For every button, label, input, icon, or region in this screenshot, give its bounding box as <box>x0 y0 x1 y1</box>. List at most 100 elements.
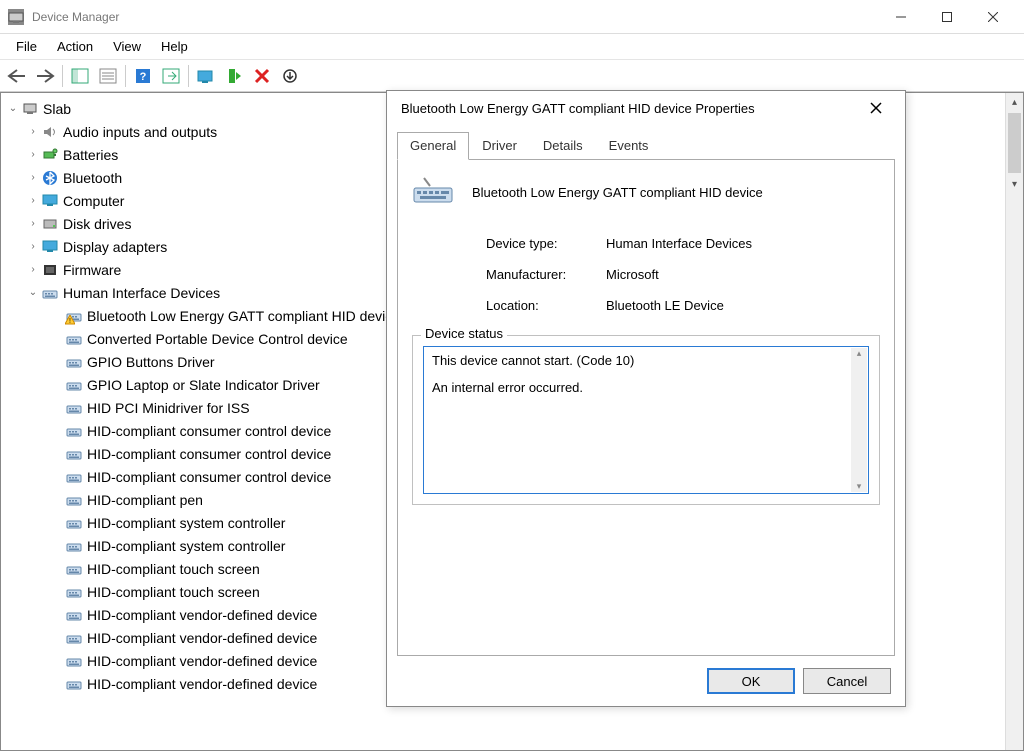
tree-node-label: Disk drives <box>63 216 131 232</box>
tree-node-label: Computer <box>63 193 124 209</box>
close-button[interactable] <box>970 2 1016 32</box>
firmware-icon <box>41 261 59 279</box>
window-title: Device Manager <box>32 10 119 24</box>
tree-node-label: Bluetooth <box>63 170 122 186</box>
menu-view[interactable]: View <box>103 37 151 56</box>
svg-text:!: ! <box>69 318 71 325</box>
scroll-thumb[interactable] <box>1008 113 1021 173</box>
status-line-1: This device cannot start. (Code 10) <box>432 353 860 368</box>
expand-collapse-icon[interactable]: › <box>25 218 41 229</box>
hid-icon <box>65 468 83 486</box>
device-manager-icon <box>8 9 24 25</box>
tree-node-label: Bluetooth Low Energy GATT compliant HID … <box>87 308 400 324</box>
window-titlebar: Device Manager <box>0 0 1024 34</box>
device-status-text[interactable]: This device cannot start. (Code 10) An i… <box>423 346 869 494</box>
expand-collapse-icon[interactable]: › <box>25 241 41 252</box>
tab-details[interactable]: Details <box>530 132 596 160</box>
tree-node-label: HID-compliant vendor-defined device <box>87 653 317 669</box>
expand-collapse-icon[interactable]: ⌄ <box>5 103 21 114</box>
keyboard-device-icon <box>412 176 454 208</box>
svg-text:?: ? <box>140 71 147 83</box>
tree-node-label: GPIO Buttons Driver <box>87 354 215 370</box>
show-hide-tree-button[interactable] <box>67 63 93 89</box>
dialog-titlebar: Bluetooth Low Energy GATT compliant HID … <box>387 91 905 125</box>
tree-node-label: HID-compliant vendor-defined device <box>87 630 317 646</box>
device-type-value: Human Interface Devices <box>606 236 752 251</box>
hid-icon <box>65 399 83 417</box>
hid-icon <box>65 353 83 371</box>
hid-icon <box>65 422 83 440</box>
device-type-label: Device type: <box>486 236 606 251</box>
maximize-button[interactable] <box>924 2 970 32</box>
back-button[interactable] <box>4 63 30 89</box>
hid-icon <box>65 514 83 532</box>
hid-icon <box>65 629 83 647</box>
tree-node-label: HID-compliant consumer control device <box>87 446 331 462</box>
tree-node-label: HID-compliant vendor-defined device <box>87 607 317 623</box>
hid-icon <box>65 652 83 670</box>
ok-button[interactable]: OK <box>707 668 795 694</box>
location-value: Bluetooth LE Device <box>606 298 724 313</box>
minimize-button[interactable] <box>878 2 924 32</box>
tree-node-label: HID-compliant system controller <box>87 538 285 554</box>
expand-collapse-icon[interactable]: › <box>25 264 41 275</box>
menu-help[interactable]: Help <box>151 37 198 56</box>
expand-collapse-icon[interactable]: › <box>25 126 41 137</box>
hid-icon <box>65 445 83 463</box>
expand-collapse-icon[interactable]: › <box>25 149 41 160</box>
tree-node-label: Audio inputs and outputs <box>63 124 217 140</box>
menu-bar: File Action View Help <box>0 34 1024 60</box>
hid-icon <box>65 491 83 509</box>
tree-node-label: HID-compliant touch screen <box>87 561 260 577</box>
tree-node-label: HID PCI Minidriver for ISS <box>87 400 250 416</box>
hid-icon: ! <box>65 307 83 325</box>
expand-collapse-icon[interactable]: ⌄ <box>25 287 41 298</box>
tree-node-label: Converted Portable Device Control device <box>87 331 348 347</box>
hid-icon <box>41 284 59 302</box>
uninstall-device-button[interactable] <box>249 63 275 89</box>
status-scrollbar[interactable]: ▴▾ <box>851 348 867 492</box>
tab-general[interactable]: General <box>397 132 469 160</box>
hid-icon <box>65 537 83 555</box>
monitor-icon <box>41 192 59 210</box>
enable-device-button[interactable] <box>221 63 247 89</box>
hid-icon <box>65 606 83 624</box>
hid-icon <box>65 583 83 601</box>
tab-driver[interactable]: Driver <box>469 132 530 160</box>
update-driver-button[interactable] <box>193 63 219 89</box>
expand-collapse-icon[interactable]: › <box>25 195 41 206</box>
menu-action[interactable]: Action <box>47 37 103 56</box>
device-name-label: Bluetooth Low Energy GATT compliant HID … <box>472 185 763 200</box>
scan-hardware-button[interactable] <box>158 63 184 89</box>
menu-file[interactable]: File <box>6 37 47 56</box>
forward-button[interactable] <box>32 63 58 89</box>
cancel-button[interactable]: Cancel <box>803 668 891 694</box>
audio-icon <box>41 123 59 141</box>
toolbar: ? <box>0 60 1024 92</box>
tree-node-label: HID-compliant pen <box>87 492 203 508</box>
expand-collapse-icon[interactable]: › <box>25 172 41 183</box>
scroll-up-icon[interactable]: ▴ <box>1006 93 1023 111</box>
tree-node-label: HID-compliant touch screen <box>87 584 260 600</box>
hid-icon <box>65 376 83 394</box>
scroll-down-icon[interactable]: ▾ <box>1006 175 1023 193</box>
dialog-tabs: General Driver Details Events <box>397 131 895 160</box>
tree-node-label: Display adapters <box>63 239 167 255</box>
location-label: Location: <box>486 298 606 313</box>
dialog-title: Bluetooth Low Energy GATT compliant HID … <box>401 101 755 116</box>
device-status-group: Device status This device cannot start. … <box>412 335 880 505</box>
tab-events[interactable]: Events <box>596 132 662 160</box>
display-icon <box>41 238 59 256</box>
hid-icon <box>65 560 83 578</box>
dialog-close-button[interactable] <box>861 93 891 123</box>
tree-node-label: Human Interface Devices <box>63 285 220 301</box>
battery-icon <box>41 146 59 164</box>
help-button[interactable]: ? <box>130 63 156 89</box>
vertical-scrollbar[interactable]: ▴ ▾ <box>1005 93 1023 750</box>
scan-for-changes-button[interactable] <box>277 63 303 89</box>
tree-node-label: Firmware <box>63 262 121 278</box>
manufacturer-label: Manufacturer: <box>486 267 606 282</box>
properties-dialog: Bluetooth Low Energy GATT compliant HID … <box>386 90 906 707</box>
disk-icon <box>41 215 59 233</box>
properties-toolbar-button[interactable] <box>95 63 121 89</box>
